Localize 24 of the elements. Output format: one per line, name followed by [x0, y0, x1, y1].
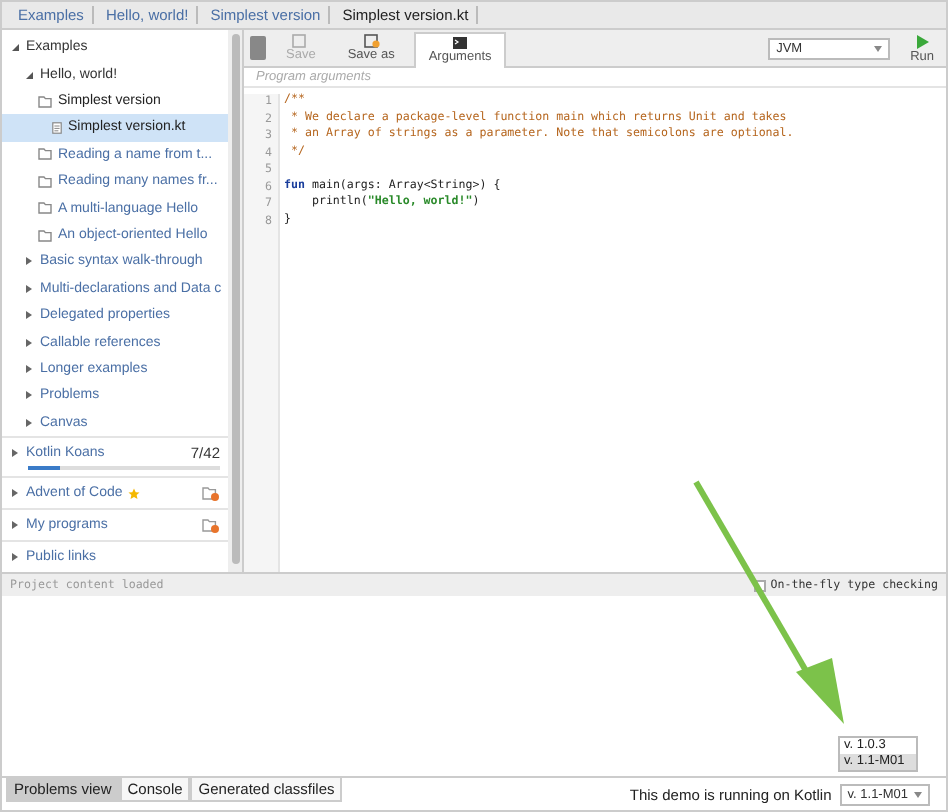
- add-folder-icon[interactable]: [202, 517, 220, 534]
- terminal-icon: [452, 36, 469, 50]
- collapsed-arrow-icon[interactable]: [24, 310, 34, 321]
- collapsed-arrow-icon[interactable]: [24, 337, 34, 348]
- collapsed-arrow-icon[interactable]: [24, 256, 34, 267]
- floppy-icon: [363, 34, 380, 48]
- folder-icon: [38, 95, 52, 108]
- collapsed-arrow-icon[interactable]: [24, 364, 34, 375]
- collapsed-arrow-icon[interactable]: [24, 417, 34, 428]
- expanded-arrow-icon[interactable]: [24, 69, 34, 80]
- caret-icon: [914, 791, 922, 797]
- collapsed-arrow-icon[interactable]: [10, 448, 20, 459]
- file-icon: [52, 121, 62, 134]
- collapsed-arrow-icon[interactable]: [10, 520, 20, 531]
- collapsed-arrow-icon[interactable]: [24, 390, 34, 401]
- collapsed-arrow-icon[interactable]: [10, 488, 20, 499]
- collapsed-arrow-icon[interactable]: [10, 552, 20, 563]
- caret-icon: [874, 45, 883, 51]
- floppy-icon: [292, 34, 309, 48]
- scrollbar[interactable]: [231, 34, 239, 564]
- add-folder-icon[interactable]: [202, 485, 220, 502]
- expanded-arrow-icon[interactable]: [10, 42, 20, 53]
- collapsed-arrow-icon[interactable]: [24, 283, 34, 294]
- play-icon: [915, 34, 930, 50]
